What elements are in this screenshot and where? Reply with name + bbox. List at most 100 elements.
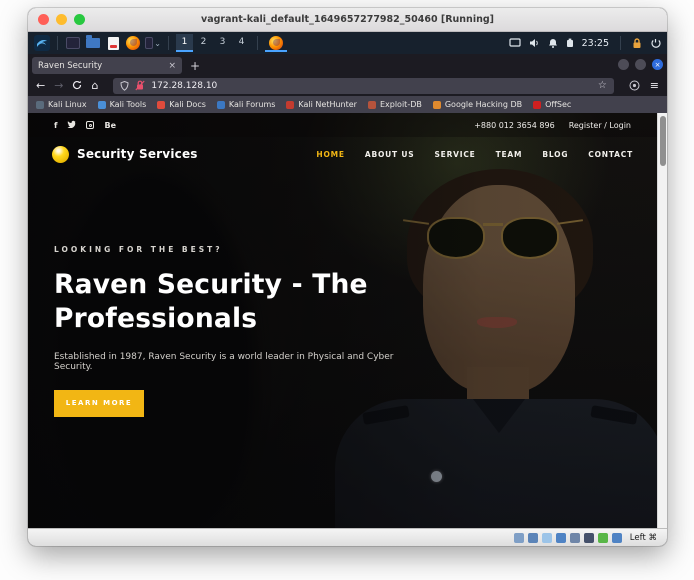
learn-more-button[interactable]: LEARN MORE [54, 390, 144, 417]
url-text[interactable]: 172.28.128.10 [151, 81, 591, 91]
forward-button[interactable]: → [54, 80, 63, 91]
mouse-integration-icon[interactable] [612, 533, 622, 543]
bookmark-kali-docs[interactable]: Kali Docs [157, 100, 206, 109]
minimize-icon[interactable] [618, 59, 629, 70]
volume-icon[interactable] [529, 38, 540, 48]
file-manager-icon[interactable] [85, 35, 101, 51]
hard-disk-icon[interactable] [514, 533, 524, 543]
bookmark-kali-tools[interactable]: Kali Tools [98, 100, 147, 109]
home-button[interactable]: ⌂ [91, 80, 98, 91]
nav-contact[interactable]: CONTACT [588, 150, 633, 159]
bookmark-star-icon[interactable]: ☆ [598, 80, 607, 91]
panel-separator [257, 36, 258, 50]
bookmark-favicon [286, 101, 294, 109]
site-header: Security Services HOME ABOUT US SERVICE … [28, 137, 657, 171]
tracking-shield-icon[interactable] [120, 76, 129, 95]
maximize-icon[interactable] [635, 59, 646, 70]
tab-title: Raven Security [38, 61, 162, 71]
hero-section: LOOKING FOR THE BEST? Raven Security - T… [54, 245, 394, 417]
nav-home[interactable]: HOME [316, 150, 344, 159]
twitter-icon[interactable] [67, 120, 76, 130]
macos-titlebar: vagrant-kali_default_1649657277982_50460… [28, 8, 667, 32]
social-links: f Be [54, 120, 116, 130]
kali-panel: ⌄ 1 2 3 4 23:25 [28, 32, 667, 54]
brand-logo-icon [52, 146, 69, 163]
close-tab-icon[interactable]: × [168, 61, 176, 71]
workspace-1[interactable]: 1 [176, 34, 193, 52]
firefox-icon [269, 36, 283, 50]
close-icon[interactable]: × [652, 59, 663, 70]
kali-menu-icon[interactable] [34, 35, 50, 51]
shared-folder-icon[interactable] [570, 533, 580, 543]
bookmark-favicon [98, 101, 106, 109]
panel-clock[interactable]: 23:25 [582, 38, 609, 49]
facebook-icon[interactable]: f [54, 121, 57, 130]
text-editor-icon[interactable] [105, 35, 121, 51]
nav-team[interactable]: TEAM [496, 150, 523, 159]
bookmark-google-hacking-db[interactable]: Google Hacking DB [433, 100, 522, 109]
bookmark-kali-linux[interactable]: Kali Linux [36, 100, 87, 109]
site-brand[interactable]: Security Services [52, 146, 198, 163]
panel-separator [620, 36, 621, 50]
back-button[interactable]: ← [36, 80, 45, 91]
nav-about-us[interactable]: ABOUT US [365, 150, 415, 159]
reload-button[interactable] [72, 80, 82, 92]
firefox-navbar: ← → ⌂ 172.28.128.10 ☆ ≡ [28, 75, 667, 96]
nav-blog[interactable]: BLOG [542, 150, 568, 159]
site-topbar: f Be +880 012 3654 896 Register / Login [28, 113, 657, 137]
firefox-window-controls: × [618, 59, 663, 70]
phone-number: +880 012 3654 896 [474, 121, 555, 130]
virtualbox-statusbar: Left ⌘ [28, 528, 667, 546]
bookmark-favicon [157, 101, 165, 109]
bookmark-favicon [36, 101, 44, 109]
workspace-3[interactable]: 3 [214, 34, 231, 52]
optical-drive-icon[interactable] [528, 533, 538, 543]
usb-icon[interactable] [556, 533, 566, 543]
page-scrollbar[interactable] [657, 113, 667, 528]
terminal-dropdown-icon[interactable]: ⌄ [145, 35, 161, 51]
lock-screen-icon[interactable] [632, 38, 642, 49]
workspace-2[interactable]: 2 [195, 34, 212, 52]
bookmarks-toolbar: Kali Linux Kali Tools Kali Docs Kali For… [28, 96, 667, 113]
network-icon[interactable] [542, 533, 552, 543]
hero-kicker: LOOKING FOR THE BEST? [54, 245, 394, 254]
nav-service[interactable]: SERVICE [434, 150, 475, 159]
raven-security-page: f Be +880 012 3654 896 Register / Login … [28, 113, 657, 528]
workspace-4[interactable]: 4 [233, 34, 250, 52]
scrollbar-thumb[interactable] [660, 116, 666, 166]
bookmark-offsec[interactable]: OffSec [533, 100, 571, 109]
hero-subtitle: Established in 1987, Raven Security is a… [54, 352, 394, 372]
hero-title: Raven Security - The Professionals [54, 268, 394, 336]
recording-icon[interactable] [598, 533, 608, 543]
bookmark-kali-nethunter[interactable]: Kali NetHunter [286, 100, 357, 109]
insecure-lock-icon[interactable] [135, 76, 145, 95]
register-login-link[interactable]: Register / Login [569, 121, 631, 130]
vm-window-title: vagrant-kali_default_1649657277982_50460… [28, 14, 667, 25]
taskbar-firefox-window[interactable] [265, 34, 287, 52]
display-icon[interactable] [584, 533, 594, 543]
new-tab-button[interactable]: + [190, 59, 200, 73]
bookmark-favicon [533, 101, 541, 109]
extension-icon[interactable] [629, 76, 640, 95]
browser-tab[interactable]: Raven Security × [32, 57, 182, 74]
host-key-label: Left ⌘ [630, 533, 657, 543]
terminal-launcher-icon[interactable] [65, 35, 81, 51]
behance-icon[interactable]: Be [104, 121, 116, 130]
display-tray-icon[interactable] [509, 38, 521, 48]
bookmark-kali-forums[interactable]: Kali Forums [217, 100, 276, 109]
bookmark-exploit-db[interactable]: Exploit-DB [368, 100, 422, 109]
battery-icon[interactable] [566, 38, 574, 48]
workspace-switcher: 1 2 3 4 [176, 34, 250, 52]
panel-separator [168, 36, 169, 50]
instagram-icon[interactable] [86, 121, 94, 129]
browser-viewport: f Be +880 012 3654 896 Register / Login … [28, 113, 667, 528]
bookmark-favicon [368, 101, 376, 109]
firefox-launcher-icon[interactable] [125, 35, 141, 51]
site-nav: HOME ABOUT US SERVICE TEAM BLOG CONTACT [316, 150, 633, 159]
firefox-tabbar: Raven Security × + × [28, 54, 667, 75]
notifications-bell-icon[interactable] [548, 38, 558, 48]
menu-hamburger-icon[interactable]: ≡ [650, 80, 659, 91]
bookmark-favicon [433, 101, 441, 109]
url-bar[interactable]: 172.28.128.10 ☆ [113, 78, 613, 94]
power-icon[interactable] [650, 38, 661, 49]
